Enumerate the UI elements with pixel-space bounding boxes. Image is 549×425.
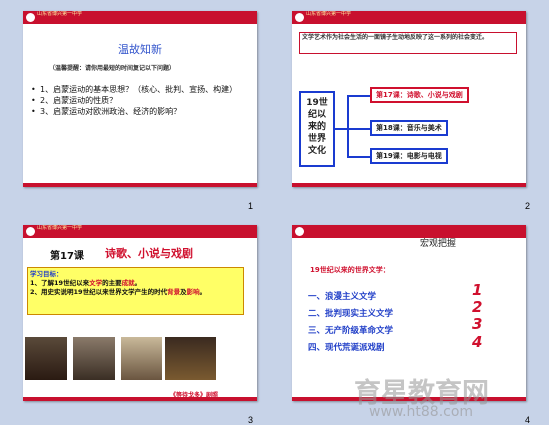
slide-hint: （温馨提醒：请你用最短的时间复记以下问题） [49,65,176,72]
slide-number: 4 [525,415,531,425]
item-number: 1 [472,281,483,299]
list-item: 1、启蒙运动的基本思想？（核心、批判、宣扬、构建） [31,84,253,95]
school-logo-icon [295,13,304,22]
slide-2-thumbnail[interactable]: 山东省博兴第一中学 文学艺术作为社会生活的一面镜子生动地反映了这一系列的社会变迁… [292,11,526,187]
literature-list: 一、浪漫主义文学 二、批判现实主义文学 三、无产阶级革命文学 四、现代荒诞派戏剧 [308,289,393,357]
school-name: 山东省博兴第一中学 [306,11,352,17]
stage-photo-image [165,337,216,380]
school-name: 山东省博兴第一中学 [37,225,83,231]
goals-title: 学习目标： [30,270,63,278]
footer-bar [292,183,526,187]
goal-highlight: 文学 [89,279,103,287]
goal-highlight: 影响 [186,288,200,296]
root-line: 世界 [307,134,326,144]
slide-number: 1 [248,201,254,211]
root-line: 19世 [306,98,328,108]
portrait-image [121,337,162,380]
diagram-branch: 第17课：诗歌、小说与戏剧 [370,87,469,103]
root-line: 纪以 [307,110,326,120]
slide-header: 山东省博兴第一中学 [292,11,526,24]
footer-bar [23,183,257,187]
diagram-root: 19世 纪以 来的 世界 文化 [299,91,335,167]
goal-highlight: 成就 [121,279,135,287]
list-item: 四、现代荒诞派戏剧 [308,343,385,353]
list-item: 二、批判现实主义文学 [308,309,394,319]
lesson-number: 第17课 [50,251,84,262]
school-logo-icon [26,13,35,22]
connector [335,128,347,130]
slide-header: 山东省博兴第一中学 [23,225,257,238]
slide-header [292,225,526,238]
learning-goals: 学习目标： 1、了解19世纪以来文学的主要成就。 2、用史实说明19世纪以来世界… [27,267,244,315]
slide-number: 2 [525,201,531,211]
watermark-url: www.ht88.com [369,404,474,420]
list-item: 2、启蒙运动的性质？ [31,95,253,106]
lesson-title: 诗歌、小说与戏剧 [105,247,193,260]
item-number: 3 [472,315,483,333]
slide-header: 山东省博兴第一中学 [23,11,257,24]
diagram-branch: 第18课：音乐与美术 [370,120,448,136]
item-number: 2 [472,298,483,316]
connector [347,95,370,97]
goal-text: 2、用史实说明19世纪以来世界文学产生的时代 [30,288,168,296]
goal-item: 2、用史实说明19世纪以来世界文学产生的时代背景及影响。 [30,288,241,297]
item-number: 4 [472,333,483,351]
portrait-image [25,337,67,380]
slide-3-thumbnail[interactable]: 山东省博兴第一中学 第17课 诗歌、小说与戏剧 学习目标： 1、了解19世纪以来… [23,225,257,401]
root-line: 文化 [307,146,326,156]
question-list: 1、启蒙运动的基本思想？（核心、批判、宣扬、构建） 2、启蒙运动的性质？ 3、启… [31,84,253,117]
portrait-image [73,337,115,380]
goal-text: 的主要 [102,279,122,287]
intro-text: 文学艺术作为社会生活的一面镜子生动地反映了这一系列的社会变迁。 [299,32,517,54]
diagram-branch: 第19课：电影与电视 [370,148,448,164]
connector [347,95,349,158]
connector [347,128,370,130]
school-logo-icon [26,227,35,236]
slide-1-thumbnail[interactable]: 山东省博兴第一中学 温故知新 （温馨提醒：请你用最短的时间复记以下问题） 1、启… [23,11,257,187]
school-name: 山东省博兴第一中学 [37,11,83,17]
slide-title: 宏观把握 [420,239,457,249]
slide-title: 温故知新 [118,43,162,56]
root-line: 来的 [307,122,326,132]
list-item: 3、启蒙运动对欧洲政治、经济的影响？ [31,106,253,117]
goal-item: 1、了解19世纪以来文学的主要成就。 [30,279,241,288]
goal-text: 1、了解19世纪以来 [30,279,90,287]
goal-text: 。 [199,288,207,296]
school-logo-icon [295,227,304,236]
footer-bar [23,397,257,401]
goal-highlight: 背景 [167,288,181,296]
list-item: 一、浪漫主义文学 [308,292,377,302]
connector [347,156,370,158]
slide-number: 3 [248,415,254,425]
goal-text: 。 [134,279,142,287]
list-item: 三、无产阶级革命文学 [308,326,394,336]
slide-subtitle: 19世纪以来的世界文学： [310,266,390,274]
